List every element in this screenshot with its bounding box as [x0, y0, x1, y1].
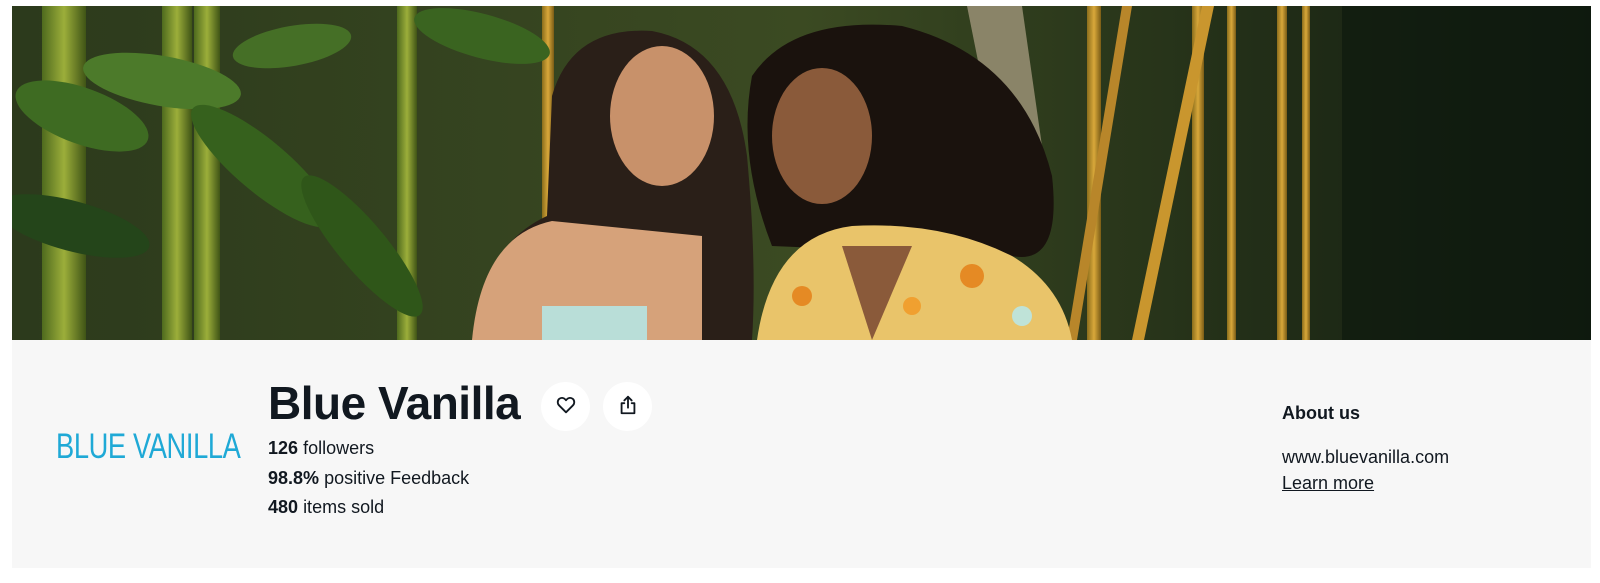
feedback-stat: 98.8% positive Feedback — [268, 464, 469, 494]
feedback-percent: 98.8% — [268, 467, 320, 488]
heart-icon — [555, 394, 577, 419]
followers-count: 126 — [268, 438, 299, 458]
items-sold-stat: 480 items sold — [268, 493, 469, 523]
items-sold-count: 480 — [268, 497, 299, 517]
items-sold-label: items sold — [303, 497, 385, 517]
store-header: BLUE VANILLA Blue Vanilla 126 followers … — [12, 6, 1591, 568]
feedback-label: positive Feedback — [324, 467, 470, 488]
follow-button[interactable] — [541, 382, 590, 431]
followers-label: followers — [303, 438, 375, 458]
learn-more-link[interactable]: Learn more — [1282, 470, 1449, 496]
website-url: www.bluevanilla.com — [1282, 447, 1450, 467]
banner-image — [12, 6, 1591, 340]
store-info-panel: BLUE VANILLA Blue Vanilla 126 followers … — [12, 340, 1591, 568]
share-button[interactable] — [603, 382, 652, 431]
store-stats: 126 followers 98.8% positive Feedback 48… — [268, 434, 469, 523]
about-title: About us — [1282, 403, 1360, 423]
store-logo[interactable]: BLUE VANILLA — [56, 427, 241, 467]
store-name: Blue Vanilla — [268, 377, 521, 429]
share-icon — [617, 394, 639, 419]
followers-stat: 126 followers — [268, 434, 469, 464]
about-section: About us www.bluevanilla.com Learn more — [1282, 403, 1449, 496]
